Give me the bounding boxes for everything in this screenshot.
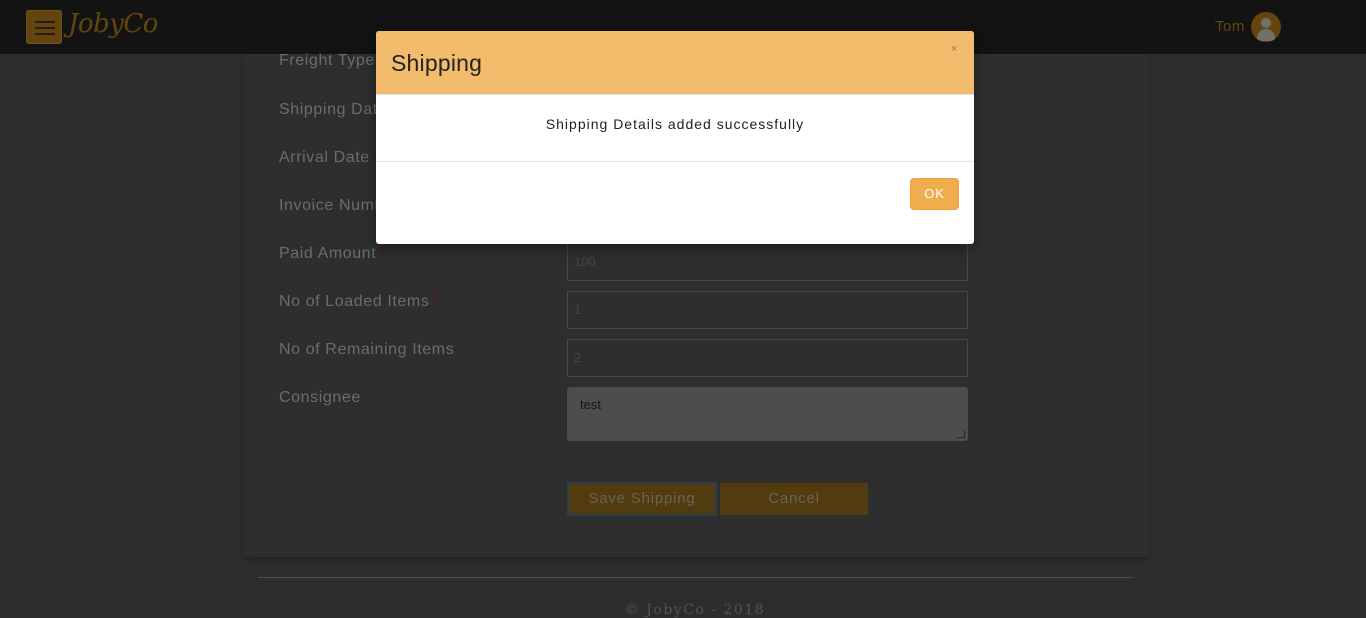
modal-message: Shipping Details added successfully: [545, 116, 805, 132]
modal-body: Shipping Details added successfully: [376, 95, 974, 162]
ok-button[interactable]: OK: [910, 178, 959, 210]
modal-header: Shipping ×: [376, 31, 974, 95]
close-icon[interactable]: ×: [951, 43, 957, 55]
modal-title: Shipping: [391, 50, 483, 76]
shipping-modal: Shipping × Shipping Details added succes…: [376, 31, 974, 244]
